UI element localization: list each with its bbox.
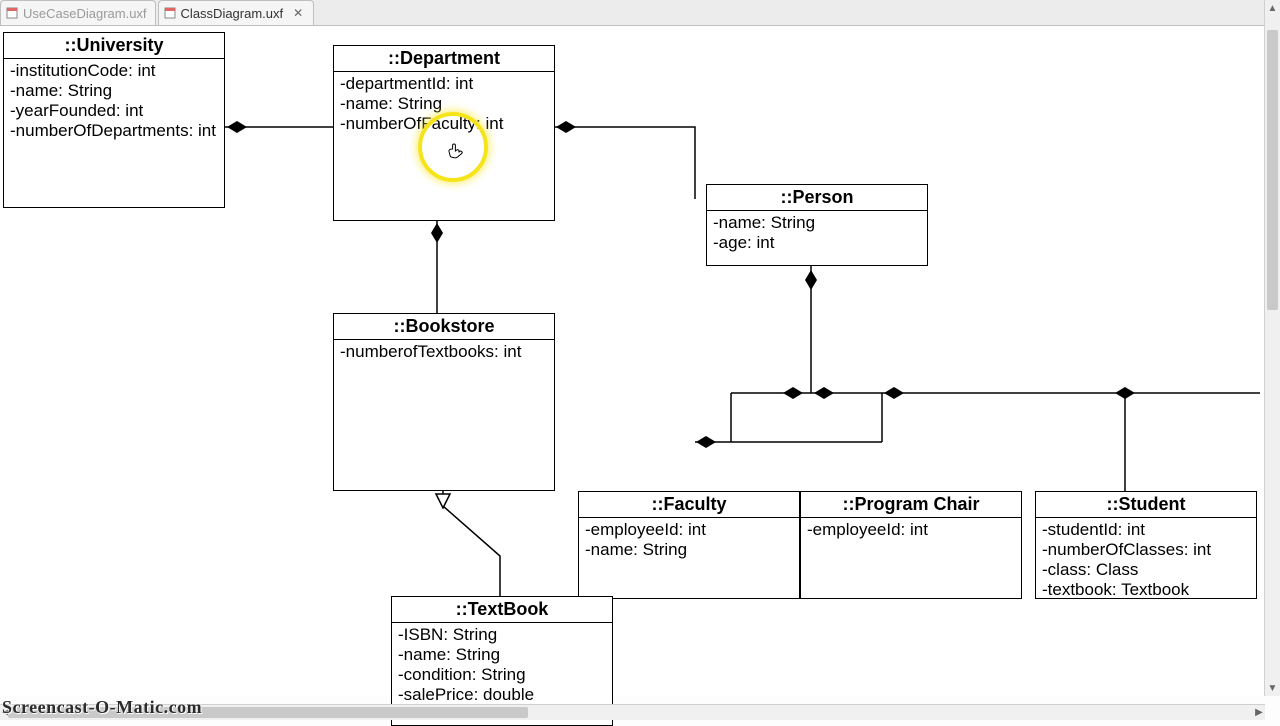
class-person[interactable]: ::Person -name: String -age: int [706, 184, 928, 266]
screencast-watermark: Screencast-O-Matic.com [2, 697, 202, 718]
attr: -ISBN: String [398, 625, 606, 645]
class-title: ::Department [334, 46, 554, 72]
scroll-right-arrow-icon[interactable]: ▶ [1253, 707, 1265, 718]
class-title: ::Faculty [579, 492, 799, 518]
tab-label: UseCaseDiagram.uxf [23, 6, 147, 21]
class-attrs: -ISBN: String -name: String -condition: … [392, 623, 612, 709]
class-title: ::TextBook [392, 597, 612, 623]
scroll-thumb[interactable] [1267, 30, 1278, 310]
attr: -yearFounded: int [10, 101, 218, 121]
class-program-chair[interactable]: ::Program Chair -employeeId: int [800, 491, 1022, 599]
attr: -textbook: Textbook [1042, 580, 1250, 600]
attr: -numberofTextbooks: int [340, 342, 548, 362]
attr: -numberOfDepartments: int [10, 121, 218, 141]
attr: -institutionCode: int [10, 61, 218, 81]
attr: -name: String [585, 540, 793, 560]
file-icon [163, 6, 177, 20]
attr: -name: String [10, 81, 218, 101]
class-title: ::Bookstore [334, 314, 554, 340]
attr: -departmentId: int [340, 74, 548, 94]
attr: -numberOfClasses: int [1042, 540, 1250, 560]
class-bookstore[interactable]: ::Bookstore -numberofTextbooks: int [333, 313, 555, 491]
attr: -salePrice: double [398, 685, 606, 705]
attr: -numberOfFaculty: int [340, 114, 548, 134]
scroll-up-arrow-icon[interactable]: ▲ [1267, 2, 1278, 14]
scroll-down-arrow-icon[interactable]: ▼ [1267, 682, 1278, 694]
attr: -studentId: int [1042, 520, 1250, 540]
class-attrs: -employeeId: int [801, 518, 1021, 544]
class-title: ::Student [1036, 492, 1256, 518]
class-title: ::Person [707, 185, 927, 211]
class-department[interactable]: ::Department -departmentId: int -name: S… [333, 45, 555, 221]
class-university[interactable]: ::University -institutionCode: int -name… [3, 32, 225, 208]
attr: -name: String [398, 645, 606, 665]
tab-classdiagram[interactable]: ClassDiagram.uxf ✕ [158, 0, 315, 25]
class-attrs: -departmentId: int -name: String -number… [334, 72, 554, 138]
file-icon [5, 6, 19, 20]
close-icon[interactable]: ✕ [291, 6, 305, 20]
class-attrs: -numberofTextbooks: int [334, 340, 554, 366]
tab-label: ClassDiagram.uxf [181, 6, 284, 21]
class-attrs: -name: String -age: int [707, 211, 927, 257]
class-attrs: -institutionCode: int -name: String -yea… [4, 59, 224, 145]
attr: -name: String [713, 213, 921, 233]
attr: -age: int [713, 233, 921, 253]
attr: -class: Class [1042, 560, 1250, 580]
class-attrs: -studentId: int -numberOfClasses: int -c… [1036, 518, 1256, 604]
tab-usecase[interactable]: UseCaseDiagram.uxf [0, 0, 156, 25]
editor-tabbar: UseCaseDiagram.uxf ClassDiagram.uxf ✕ [0, 0, 1265, 26]
class-title: ::Program Chair [801, 492, 1021, 518]
vertical-scrollbar[interactable]: ▲ ▼ [1264, 0, 1280, 696]
attr: -name: String [340, 94, 548, 114]
diagram-canvas[interactable]: ::University -institutionCode: int -name… [0, 26, 1265, 696]
attr: -condition: String [398, 665, 606, 685]
class-student[interactable]: ::Student -studentId: int -numberOfClass… [1035, 491, 1257, 599]
class-title: ::University [4, 33, 224, 59]
attr: -employeeId: int [585, 520, 793, 540]
class-attrs: -employeeId: int -name: String [579, 518, 799, 564]
class-faculty[interactable]: ::Faculty -employeeId: int -name: String [578, 491, 800, 599]
attr: -employeeId: int [807, 520, 1015, 540]
